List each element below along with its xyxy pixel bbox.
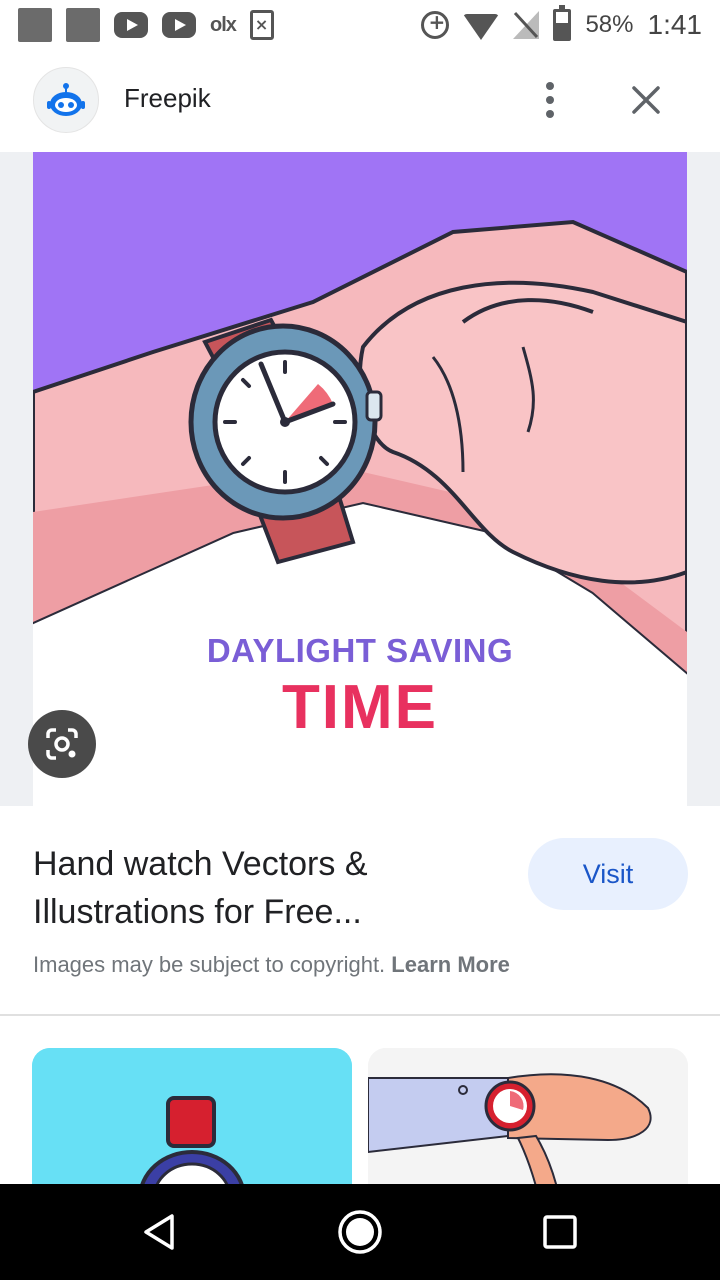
battery-icon [553, 5, 572, 41]
home-circle-icon [338, 1210, 382, 1254]
back-triangle-icon [144, 1214, 174, 1250]
result-info: Hand watch Vectors & Illustrations for F… [0, 806, 720, 1016]
more-options-button[interactable] [528, 78, 572, 122]
recents-square-icon [543, 1215, 577, 1249]
system-icons: 58% 1:41 [421, 5, 703, 44]
watch-thumbnail-illustration [32, 1048, 352, 1184]
related-image-thumbnail[interactable] [32, 1048, 352, 1184]
olx-icon: olx [210, 13, 237, 36]
image-caption-line2: TIME [281, 673, 439, 742]
related-image-thumbnail[interactable] [368, 1048, 688, 1184]
image-preview: DAYLIGHT SAVING TIME [0, 152, 720, 806]
home-button[interactable] [336, 1208, 384, 1256]
notification-icons: olx [18, 6, 274, 44]
copyright-notice: Images may be subject to copyright. Lear… [33, 952, 510, 978]
preview-image[interactable]: DAYLIGHT SAVING TIME [33, 152, 687, 806]
excel-file-icon [249, 10, 274, 40]
site-name: Freepik [124, 83, 211, 113]
site-favicon[interactable] [33, 67, 99, 133]
app-icon [18, 8, 52, 42]
wifi-icon [463, 14, 500, 40]
recents-button[interactable] [536, 1208, 584, 1256]
watch-thumbnail-illustration [368, 1048, 688, 1184]
copyright-text: Images may be subject to copyright. [33, 952, 386, 977]
close-icon [632, 86, 660, 114]
result-title[interactable]: Hand watch Vectors & Illustrations for F… [33, 840, 473, 936]
back-button[interactable] [136, 1208, 184, 1256]
status-bar: olx 58% 1:41 [0, 0, 720, 50]
related-images [0, 1018, 720, 1184]
clock: 1:41 [647, 9, 703, 40]
image-caption-line1: DAYLIGHT SAVING [206, 632, 514, 669]
system-navigation-bar [0, 1184, 720, 1280]
app-icon [66, 8, 100, 42]
data-saver-icon [421, 10, 450, 39]
lens-icon [46, 728, 78, 760]
viewer-header: Freepik [0, 50, 720, 152]
youtube-icon [162, 12, 196, 38]
visit-button[interactable]: Visit [528, 838, 688, 910]
close-button[interactable] [622, 78, 670, 122]
google-lens-button[interactable] [28, 710, 96, 778]
youtube-icon [114, 12, 148, 38]
more-vert-icon [546, 82, 554, 118]
learn-more-link[interactable]: Learn More [391, 952, 510, 977]
battery-percent: 58% [585, 11, 634, 38]
freepik-logo-icon [47, 83, 85, 116]
no-signal-icon [513, 11, 540, 39]
